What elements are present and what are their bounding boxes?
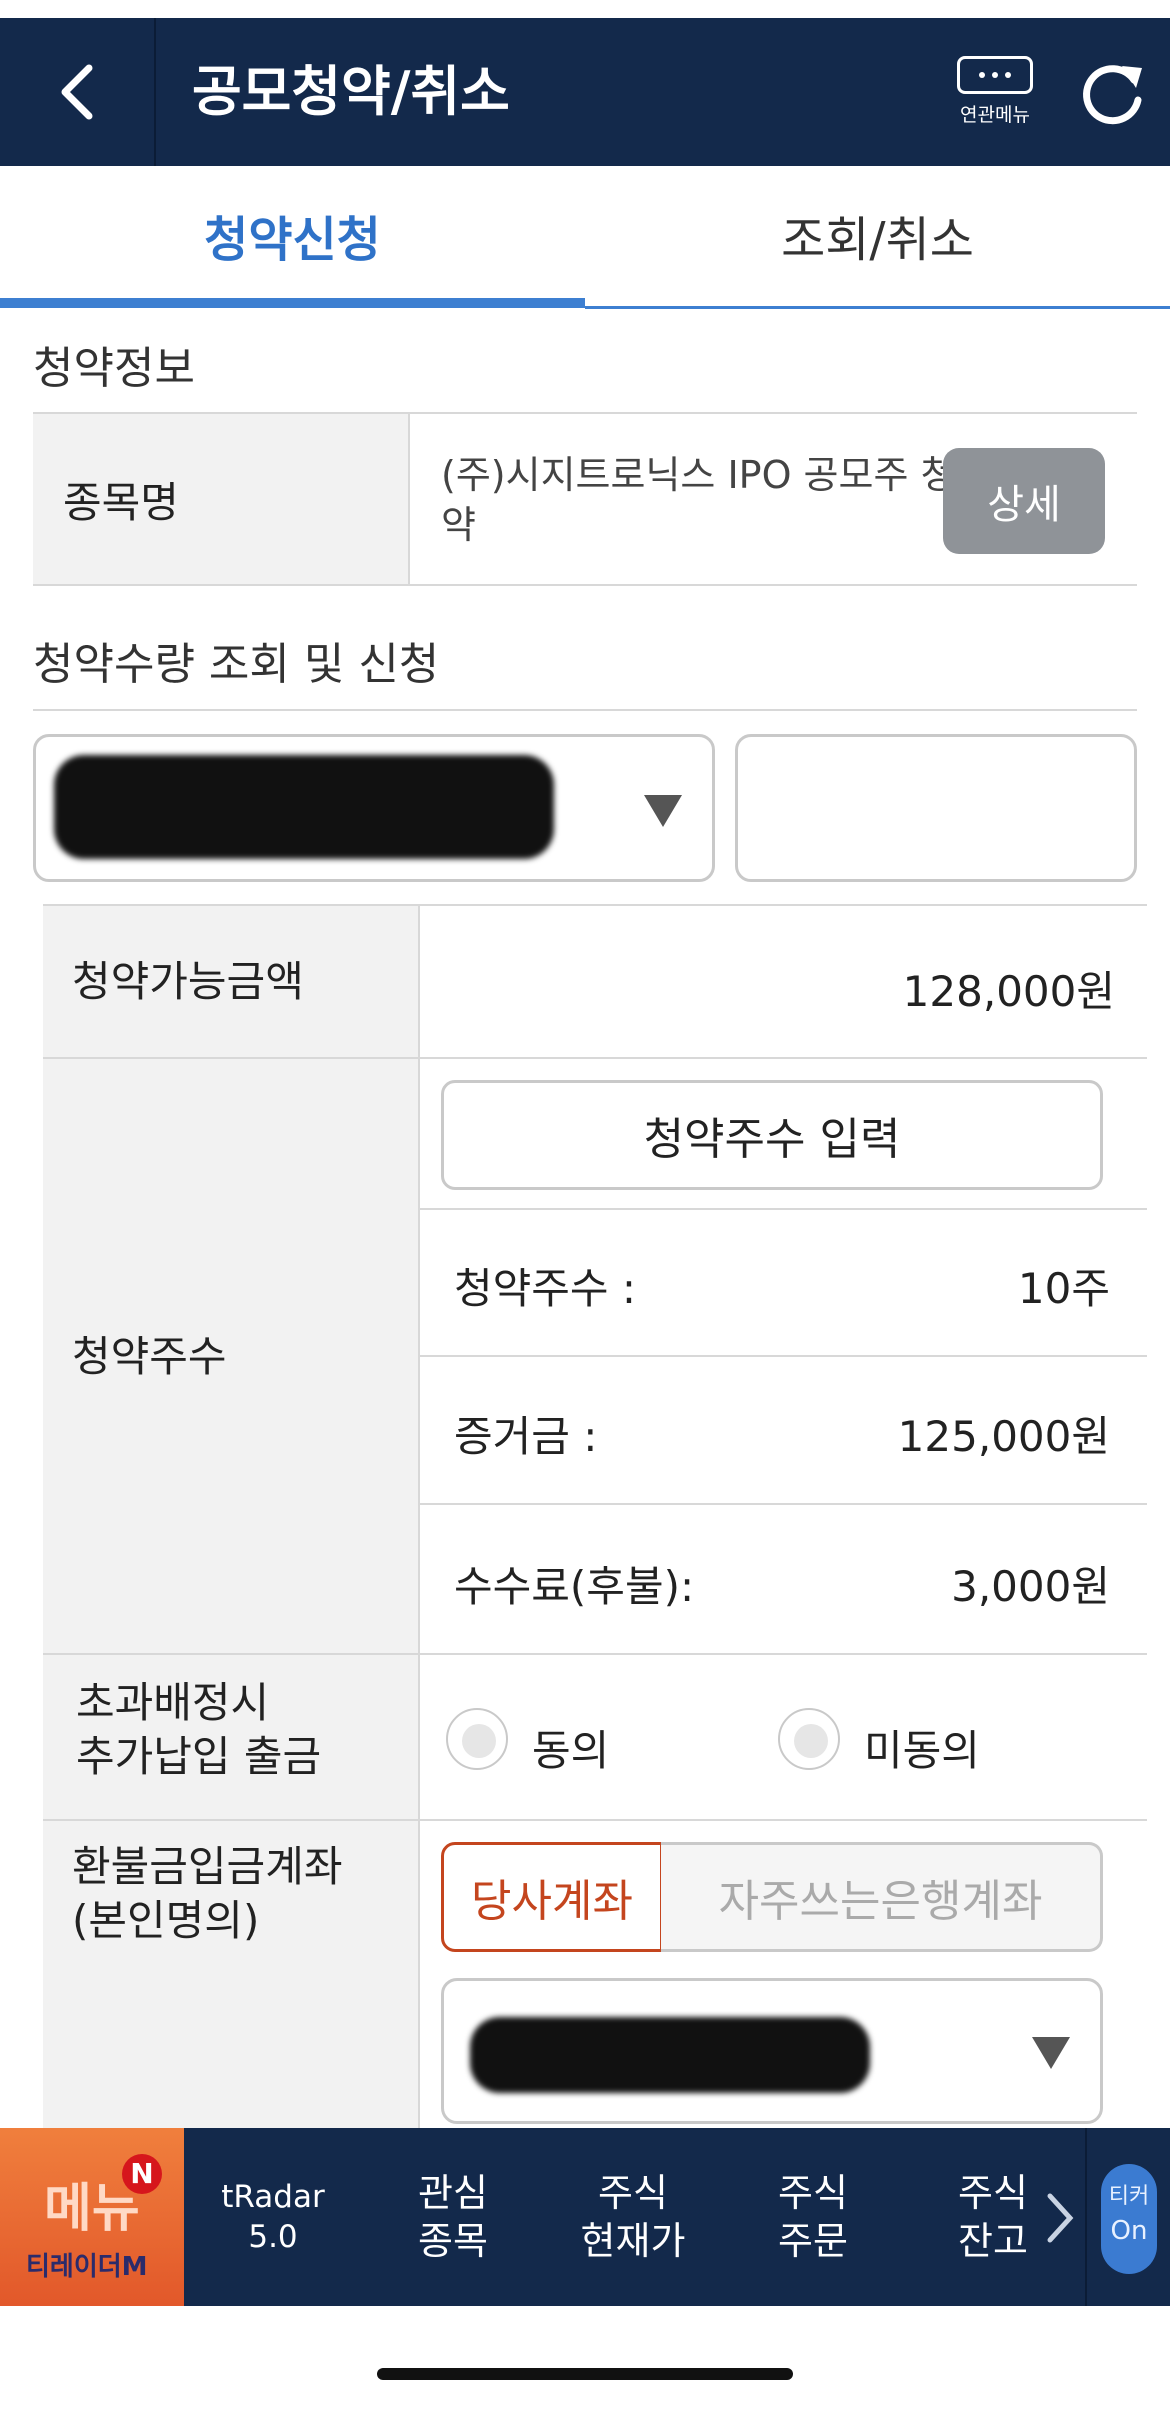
disagree-radio[interactable] <box>778 1708 840 1770</box>
agree-radio[interactable] <box>446 1708 508 1770</box>
chevron-left-icon <box>61 64 93 120</box>
detail-button[interactable]: 상세 <box>943 448 1105 554</box>
divider <box>420 1208 1147 1210</box>
available-amount-label: 청약가능금액 <box>72 957 304 1006</box>
related-menu-label: 연관메뉴 <box>960 104 1030 126</box>
bottom-nav: 메뉴 N 티레이더M tRadar 5.0 관심 종목 주식 현재가 주식 주문… <box>0 2128 1170 2306</box>
status-bar <box>0 0 1170 18</box>
section-title-quantity: 청약수량 조회 및 신청 <box>33 639 440 690</box>
shares-count-label: 청약주수 : <box>454 1264 637 1313</box>
nav-watchlist[interactable]: 관심 종목 <box>380 2128 526 2306</box>
new-badge: N <box>122 2154 162 2194</box>
shares-label: 청약주수 <box>72 1332 227 1381</box>
deposit-label: 증거금 : <box>454 1412 598 1461</box>
back-button[interactable] <box>0 18 156 166</box>
refund-account-select[interactable] <box>441 1978 1103 2124</box>
nav-stock-price[interactable]: 주식 현재가 <box>560 2128 706 2306</box>
dropdown-arrow-icon <box>644 795 682 827</box>
stock-name-row: 종목명 (주)시지트로닉스 IPO 공모주 청약 상세 <box>33 412 1137 586</box>
refresh-icon <box>1083 65 1142 125</box>
more-icon <box>957 56 1033 94</box>
divider <box>420 1503 1147 1505</box>
page-title: 공모청약/취소 <box>192 60 510 123</box>
redacted-account <box>470 2017 870 2093</box>
dropdown-arrow-icon <box>1032 2037 1070 2069</box>
app-header: 공모청약/취소 연관메뉴 <box>0 18 1170 166</box>
account-select[interactable] <box>33 734 715 882</box>
nav-stock-order[interactable]: 주식 주문 <box>740 2128 886 2306</box>
stock-name-label: 종목명 <box>33 414 410 584</box>
over-allocation-label-2: 추가납입 출금 <box>76 1732 322 1781</box>
fee-label: 수수료(후불): <box>454 1562 695 1611</box>
tab-active-indicator <box>0 298 585 308</box>
divider <box>43 1057 1147 1059</box>
password-input[interactable] <box>735 734 1137 882</box>
refund-account-label-1: 환불금입금계좌 <box>72 1842 343 1891</box>
stock-name-value: (주)시지트로닉스 IPO 공모주 청약 <box>441 453 956 547</box>
refresh-button[interactable] <box>1078 58 1148 128</box>
disagree-label[interactable]: 미동의 <box>864 1717 980 1778</box>
ticker-label: 티커 <box>1108 2184 1150 2209</box>
tab-apply[interactable]: 청약신청 <box>0 166 585 314</box>
section-title-info: 청약정보 <box>33 343 195 394</box>
chevron-right-icon[interactable] <box>1040 2188 1080 2248</box>
ticker-toggle[interactable]: 티커 On <box>1085 2128 1170 2306</box>
bank-account-button[interactable]: 자주쓰는은행계좌 <box>661 1842 1103 1952</box>
available-amount-value: 128,000원 <box>902 967 1115 1016</box>
enter-shares-button[interactable]: 청약주수 입력 <box>441 1080 1103 1190</box>
refund-account-label-2: (본인명의) <box>72 1896 260 1945</box>
related-menu-button[interactable]: 연관메뉴 <box>950 56 1040 146</box>
nav-tradar[interactable]: tRadar 5.0 <box>200 2128 346 2306</box>
over-allocation-label-1: 초과배정시 <box>76 1678 270 1727</box>
divider <box>420 1355 1147 1357</box>
tab-query-cancel[interactable]: 조회/취소 <box>585 166 1170 314</box>
main-menu-button[interactable]: 메뉴 N 티레이더M <box>0 2128 184 2306</box>
divider <box>33 709 1137 711</box>
divider <box>43 1653 1147 1655</box>
tab-bar: 청약신청 조회/취소 <box>0 166 1170 314</box>
ticker-state: On <box>1110 2216 1148 2246</box>
own-account-button[interactable]: 당사계좌 <box>441 1842 663 1952</box>
redacted-account <box>54 755 554 859</box>
fee-value: 3,000원 <box>951 1562 1110 1611</box>
ticker-pill: 티커 On <box>1101 2164 1157 2274</box>
deposit-value: 125,000원 <box>897 1412 1110 1461</box>
brand-logo: 티레이더M <box>26 2252 148 2282</box>
tab-underline <box>585 306 1170 309</box>
divider <box>43 1819 1147 1821</box>
shares-count-value: 10주 <box>1017 1264 1110 1313</box>
home-indicator <box>377 2368 793 2380</box>
agree-label[interactable]: 동의 <box>532 1717 609 1778</box>
